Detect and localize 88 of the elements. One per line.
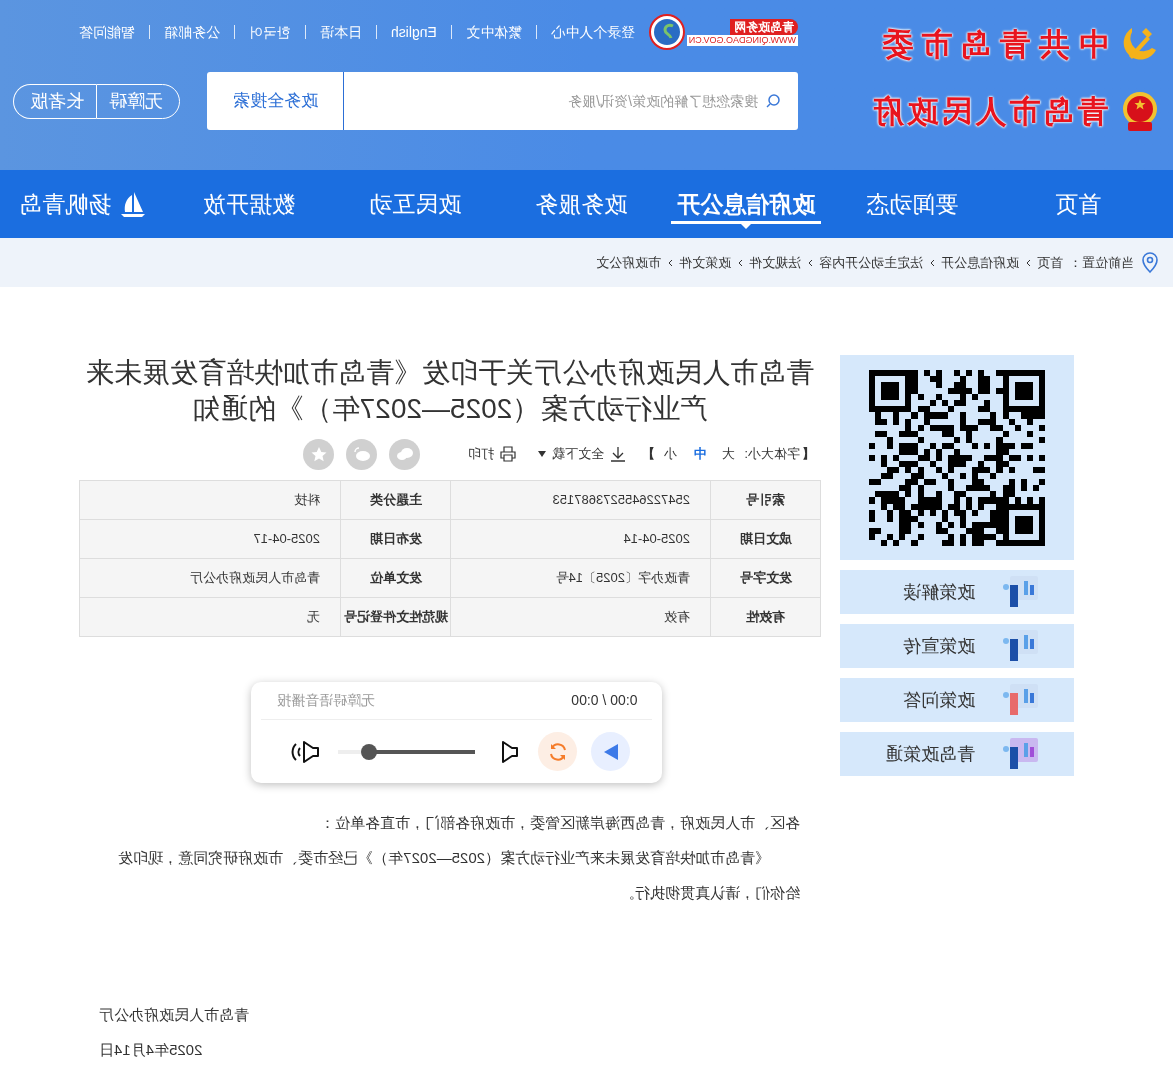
refresh-icon — [547, 740, 569, 763]
nav-tab[interactable]: 政民互动 — [331, 170, 498, 238]
font-size-option[interactable]: 中 — [686, 444, 714, 464]
bracket: 】 — [642, 445, 656, 464]
chevron-icon — [737, 258, 743, 267]
sidebar-link[interactable]: 政策问答 — [840, 678, 1074, 722]
table-cell: 2025-04-14 — [450, 520, 710, 559]
font-size-option[interactable]: 大 — [715, 444, 743, 464]
table-label-cell: 发布日期 — [340, 520, 450, 559]
search-button[interactable]: 政务全搜索 — [207, 72, 344, 130]
table-label-cell: 成文日期 — [710, 520, 820, 559]
nav-tab[interactable]: 要闻动态 — [829, 170, 996, 238]
volume-thumb[interactable] — [360, 743, 377, 760]
nav-tab[interactable]: 政务服务 — [497, 170, 664, 238]
logo-name: 青岛政务网 — [730, 18, 798, 35]
star-icon — [309, 446, 328, 462]
logo-url: WWW.QINGDAO.GOV.CN — [686, 34, 798, 46]
sidebar-link[interactable]: 政策宣传 — [840, 624, 1074, 668]
signature-date: 2025年4月14日 — [99, 1040, 203, 1060]
table-cell: 无 — [79, 598, 340, 637]
download-button[interactable]: 全文下载 — [538, 444, 627, 464]
print-button[interactable]: 打印 — [468, 444, 517, 464]
government-title: 青岛市人民政府 — [870, 92, 1108, 131]
table-cell: 2025-04-17 — [79, 520, 340, 559]
search-icon — [766, 94, 780, 108]
top-link[interactable]: 日本语 — [319, 21, 362, 43]
player-title: 无障碍语音播报 — [276, 691, 375, 710]
chevron-icon — [1025, 258, 1031, 267]
active-tab-pointer-icon — [740, 223, 753, 229]
salutation: 各区、市人民政府，青岛西海岸新区管委，市政府各部门，市直各单位： — [319, 813, 800, 833]
printer-icon — [500, 446, 517, 462]
table-cell: 2547226455273687153 — [450, 481, 710, 520]
top-link[interactable]: 公务邮箱 — [163, 21, 220, 43]
top-link[interactable]: English — [390, 21, 437, 43]
table-label-cell: 索引号 — [710, 481, 820, 520]
player-time: 0:00 / 0:00 — [571, 691, 638, 710]
table-cell: 科技 — [79, 481, 340, 520]
globe-icon — [648, 14, 685, 50]
chevron-icon — [929, 258, 935, 267]
breadcrumb-link[interactable]: 首页 — [1037, 252, 1063, 273]
search-field[interactable]: 搜索您想了解的政策/资讯/服务 — [344, 72, 798, 130]
signature: 青岛市人民政府办公厅 — [99, 1005, 249, 1025]
wechat-icon — [395, 446, 414, 462]
nav-tab[interactable]: 政府信息公开 — [663, 170, 830, 238]
star-share-button[interactable] — [303, 438, 335, 470]
play-button[interactable] — [591, 732, 631, 771]
national-emblem-icon — [1120, 90, 1160, 133]
chevron-icon — [667, 258, 673, 267]
table-label-cell: 有效性 — [710, 598, 820, 637]
party-committee-title: 中共青岛市委 — [874, 26, 1108, 64]
location-pin-icon — [1140, 251, 1160, 274]
refresh-button[interactable] — [538, 732, 578, 771]
table-cell: 青岛市人民政府办公厅 — [79, 559, 340, 598]
volume-icon — [290, 740, 321, 763]
caret-icon — [538, 451, 547, 457]
table-cell: 青政办字〔2025〕14号 — [450, 559, 710, 598]
top-link[interactable]: 繁体中文 — [465, 21, 522, 43]
font-size-option[interactable]: 小 — [657, 444, 685, 464]
article-title: 青岛市人民政府办公厅关于印发《青岛市加快培育发展未来产业行动方案（2025—2027年）》的通知 — [85, 356, 815, 426]
nav-tab[interactable]: 首页 — [995, 170, 1161, 238]
top-link[interactable]: 登录个人中心 — [550, 21, 635, 43]
font-size-label: 字体大小: — [744, 445, 800, 464]
table-label-cell: 主题分类 — [340, 481, 450, 520]
breadcrumb-label: 当前位置： — [1069, 253, 1134, 272]
top-link[interactable]: 智能问答 — [78, 21, 135, 43]
weibo-icon — [352, 446, 371, 462]
body-paragraph: 《青岛市加快培育发展未来产业行动方案（2025—2027年）》已经市委、市政府研究同意，现印发给你们，请认真贯彻执行。 — [117, 848, 800, 903]
top-link[interactable]: 한국어 — [248, 21, 291, 43]
weibo-share-button[interactable] — [346, 438, 378, 470]
nav-tab[interactable]: 数据开放 — [165, 170, 332, 238]
breadcrumb-link[interactable]: 政策文件 — [679, 252, 731, 273]
chevron-icon — [807, 258, 813, 267]
bracket: 【 — [802, 445, 815, 464]
table-label-cell: 规范性文件登记号 — [340, 598, 450, 637]
speaker-icon — [501, 740, 520, 763]
sidebar-link[interactable]: 青岛政策通 — [840, 732, 1074, 776]
wechat-share-button[interactable] — [389, 438, 421, 470]
breadcrumb-link[interactable]: 法定主动公开内容 — [819, 252, 923, 273]
play-icon — [604, 743, 618, 760]
table-label-cell: 发文字号 — [710, 559, 820, 598]
breadcrumb-link[interactable]: 法规文件 — [749, 252, 801, 273]
nav-tab[interactable]: 扬帆青岛 — [0, 170, 166, 238]
sidebar-link[interactable]: 政策解读 — [840, 570, 1074, 614]
breadcrumb-link[interactable]: 政府信息公开 — [941, 252, 1019, 273]
download-icon — [610, 446, 627, 462]
table-label-cell: 发文单位 — [340, 559, 450, 598]
breadcrumb-link[interactable]: 市政府公文 — [596, 252, 661, 273]
table-cell: 有效 — [450, 598, 710, 637]
